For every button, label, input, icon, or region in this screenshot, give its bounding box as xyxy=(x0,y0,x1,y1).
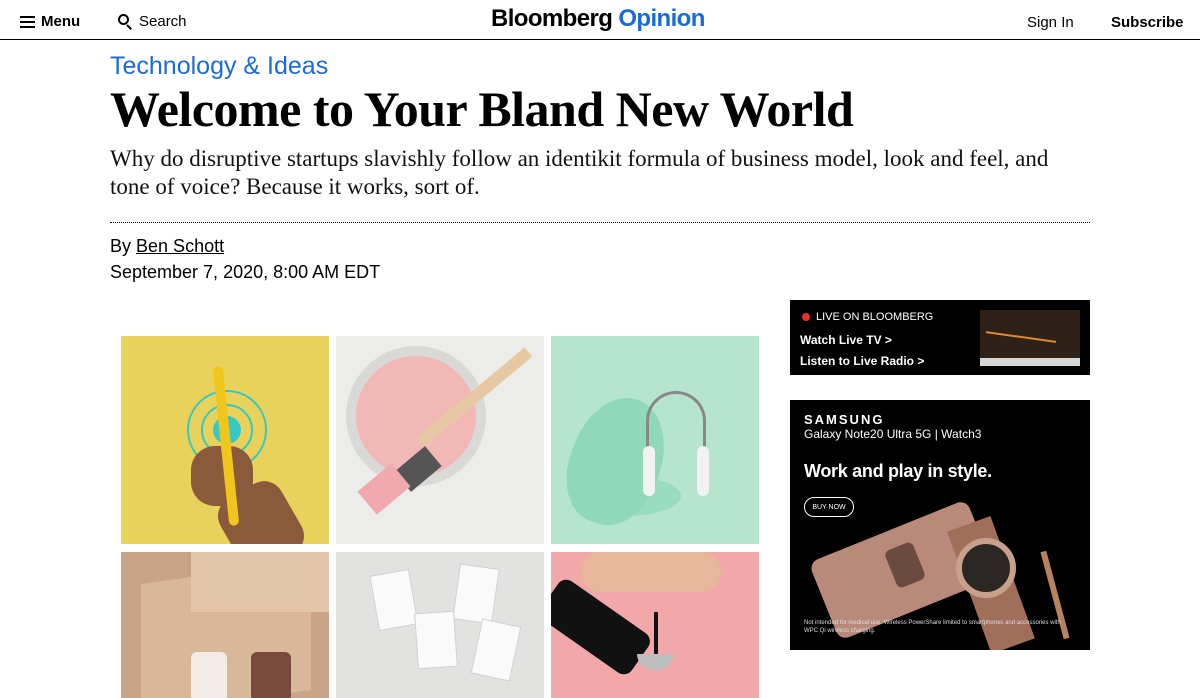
byline-prefix: By xyxy=(110,236,132,256)
ad-headline: Work and play in style. xyxy=(804,461,992,481)
subscribe-link[interactable]: Subscribe xyxy=(1111,14,1184,31)
samsung-ad[interactable]: SAMSUNG Galaxy Note20 Ultra 5G | Watch3 … xyxy=(790,400,1090,650)
ad-product: Galaxy Note20 Ultra 5G | Watch3 xyxy=(804,427,982,441)
live-on-bloomberg-box: LIVE ON BLOOMBERG Watch Live TV > Listen… xyxy=(790,300,1090,375)
author-link[interactable]: Ben Schott xyxy=(136,236,224,256)
menu-button[interactable]: Menu xyxy=(20,13,80,30)
photo-paint-can xyxy=(336,336,544,544)
watch-live-tv-link[interactable]: Watch Live TV > xyxy=(800,333,892,347)
divider xyxy=(110,222,1090,223)
menu-label: Menu xyxy=(41,13,81,30)
listen-live-radio-label: Listen to Live Radio xyxy=(800,354,915,368)
article-dek: Why do disruptive startups slavishly fol… xyxy=(110,146,1049,199)
live-label: LIVE ON BLOOMBERG xyxy=(802,311,933,323)
logo-section: Opinion xyxy=(618,5,705,32)
search-label: Search xyxy=(139,13,187,30)
publish-date: September 7, 2020, 8:00 AM EDT xyxy=(110,262,381,282)
ad-brand: SAMSUNG xyxy=(804,412,885,427)
byline: By Ben Schott xyxy=(110,236,224,257)
logo-brand: Bloomberg xyxy=(491,5,613,32)
watch-live-tv-label: Watch Live TV xyxy=(800,333,882,347)
photo-tongue-scraper xyxy=(551,336,759,544)
sign-in-link[interactable]: Sign In xyxy=(1027,14,1074,31)
ad-fineprint: Not intended for medical use. Wireless P… xyxy=(804,620,1061,634)
listen-live-radio-link[interactable]: Listen to Live Radio > xyxy=(800,354,924,368)
hamburger-icon xyxy=(20,15,35,28)
red-dot-icon xyxy=(802,313,810,321)
chevron-right-icon: > xyxy=(884,333,892,347)
chevron-right-icon: > xyxy=(917,354,925,368)
article-headline: Welcome to Your Bland New World xyxy=(110,81,854,137)
photo-toothbrush xyxy=(121,336,329,544)
live-tv-thumbnail[interactable] xyxy=(980,310,1080,366)
ad-buy-now-button[interactable]: BUY NOW xyxy=(804,497,854,517)
top-navigation: Menu Search Bloomberg Opinion Sign In Su… xyxy=(0,0,1200,40)
live-label-text: LIVE ON BLOOMBERG xyxy=(816,311,934,323)
ad-watch-image xyxy=(956,538,1016,598)
photo-refill-pouches xyxy=(336,552,544,698)
photo-pouring-bottle xyxy=(551,552,759,698)
section-kicker-link[interactable]: Technology & Ideas xyxy=(110,52,328,81)
bloomberg-opinion-logo[interactable]: Bloomberg Opinion xyxy=(491,5,705,33)
search-icon xyxy=(118,14,133,30)
search-button[interactable]: Search xyxy=(118,13,187,30)
photo-vitamin-box xyxy=(121,552,329,698)
